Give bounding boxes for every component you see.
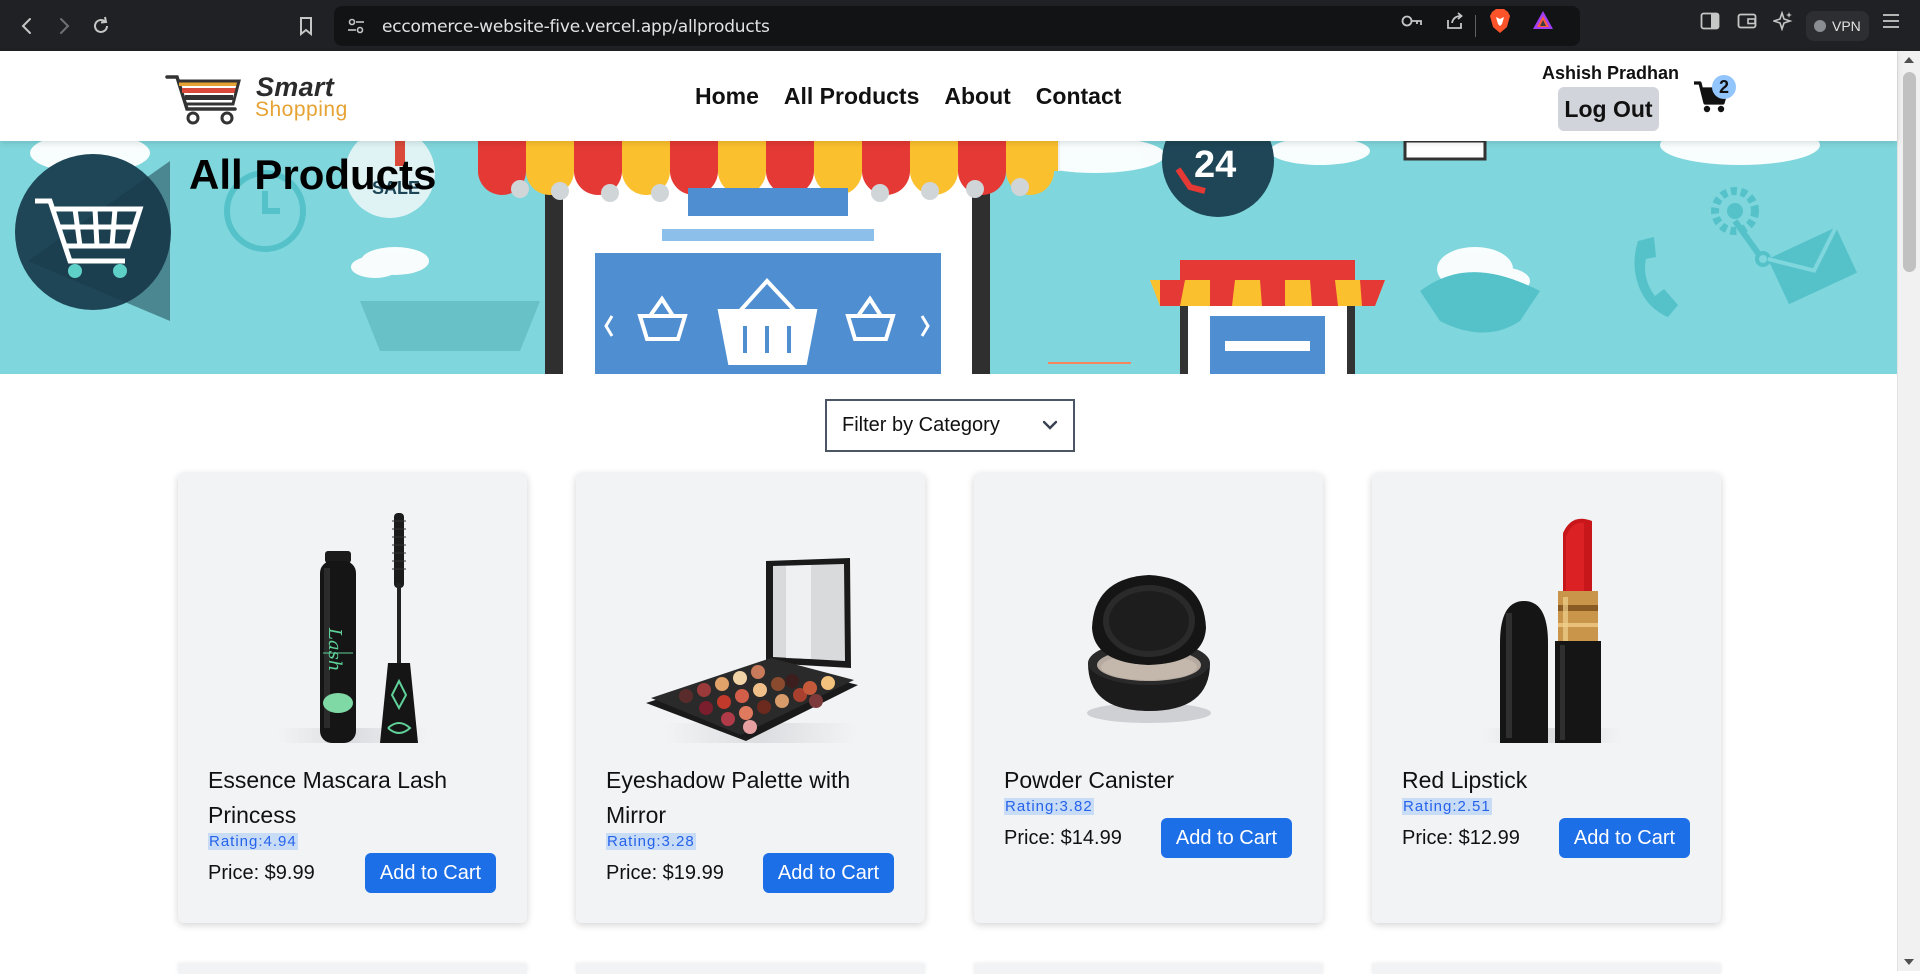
product-card[interactable]: Lash Essence Mascara Lash Princess Ratin… bbox=[178, 473, 527, 923]
bookmark-icon[interactable] bbox=[291, 11, 321, 41]
product-price: Price: $14.99 bbox=[1004, 827, 1122, 849]
product-price: Price: $19.99 bbox=[606, 862, 724, 884]
sidebar-icon[interactable] bbox=[1698, 9, 1722, 33]
logo[interactable]: Smart Shopping bbox=[165, 69, 365, 125]
page-title: All Products bbox=[189, 151, 437, 198]
powder-canister-product-image[interactable] bbox=[1004, 513, 1293, 743]
product-card-next-row bbox=[576, 964, 925, 974]
product-rating: Rating:4.94 bbox=[208, 833, 298, 850]
product-card-next-row bbox=[974, 964, 1323, 974]
eyeshadow-palette-product-image[interactable] bbox=[606, 513, 895, 743]
product-price: Price: $9.99 bbox=[208, 862, 315, 884]
menu-icon[interactable] bbox=[1879, 9, 1903, 33]
site-settings-icon[interactable] bbox=[344, 14, 368, 38]
product-rating: Rating:2.51 bbox=[1402, 798, 1492, 815]
chevron-down-icon bbox=[1042, 420, 1058, 430]
add-to-cart-button[interactable]: Add to Cart bbox=[1161, 818, 1292, 858]
product-rating: Rating:3.28 bbox=[606, 833, 696, 850]
product-card[interactable]: Powder Canister Rating:3.82 Price: $14.9… bbox=[974, 473, 1323, 923]
forward-icon[interactable] bbox=[49, 11, 79, 41]
logout-button[interactable]: Log Out bbox=[1558, 87, 1659, 131]
product-name[interactable]: Essence Mascara Lash Princess bbox=[208, 763, 498, 833]
cart-count-badge[interactable]: 2 bbox=[1712, 75, 1736, 99]
browser-toolbar: eccomerce-website-five.vercel.app/allpro… bbox=[0, 0, 1920, 51]
vpn-label: VPN bbox=[1832, 18, 1861, 34]
category-filter-value: Filter by Category bbox=[842, 414, 1000, 436]
back-icon[interactable] bbox=[12, 11, 42, 41]
scroll-down-icon[interactable] bbox=[1904, 959, 1914, 965]
product-card-next-row bbox=[178, 964, 527, 974]
hero-banner: SALE 24 All Products bbox=[0, 141, 1897, 374]
product-card-next-row bbox=[1372, 964, 1721, 974]
toolbar-divider bbox=[1475, 15, 1476, 37]
support-24-text: 24 bbox=[1194, 144, 1236, 186]
site-header: Smart Shopping Home All Products About C… bbox=[0, 51, 1897, 141]
add-to-cart-button[interactable]: Add to Cart bbox=[1559, 818, 1690, 858]
product-name[interactable]: Red Lipstick bbox=[1402, 763, 1692, 798]
page-scrollbar[interactable] bbox=[1897, 51, 1920, 971]
scroll-up-icon[interactable] bbox=[1904, 57, 1914, 63]
vpn-button[interactable]: VPN bbox=[1806, 11, 1869, 41]
main-nav: Home All Products About Contact bbox=[695, 83, 1121, 110]
mascara-product-image[interactable]: Lash bbox=[208, 513, 497, 743]
nav-home[interactable]: Home bbox=[695, 83, 759, 110]
vpn-status-icon bbox=[1814, 20, 1826, 32]
add-to-cart-button[interactable]: Add to Cart bbox=[763, 853, 894, 893]
logo-brand-bottom: Shopping bbox=[255, 98, 348, 121]
address-bar[interactable]: eccomerce-website-five.vercel.app/allpro… bbox=[334, 6, 1580, 46]
nav-contact[interactable]: Contact bbox=[1036, 83, 1122, 110]
url-text[interactable]: eccomerce-website-five.vercel.app/allpro… bbox=[382, 17, 770, 37]
product-card[interactable]: Red Lipstick Rating:2.51 Price: $12.99 A… bbox=[1372, 473, 1721, 923]
shopping-cart-logo-icon bbox=[165, 75, 241, 125]
nav-about[interactable]: About bbox=[944, 83, 1010, 110]
brave-rewards-icon[interactable] bbox=[1531, 8, 1555, 34]
product-name[interactable]: Powder Canister bbox=[1004, 763, 1294, 798]
brave-shields-icon[interactable] bbox=[1488, 8, 1512, 34]
product-rating: Rating:3.82 bbox=[1004, 798, 1094, 815]
add-to-cart-button[interactable]: Add to Cart bbox=[365, 853, 496, 893]
scrollbar-thumb[interactable] bbox=[1903, 72, 1916, 272]
wallet-icon[interactable] bbox=[1735, 9, 1759, 33]
svg-text:Lash: Lash bbox=[324, 627, 345, 672]
product-name[interactable]: Eyeshadow Palette with Mirror bbox=[606, 763, 896, 833]
password-key-icon[interactable] bbox=[1400, 9, 1424, 33]
reload-icon[interactable] bbox=[86, 11, 116, 41]
product-price: Price: $12.99 bbox=[1402, 827, 1520, 849]
product-card[interactable]: Eyeshadow Palette with Mirror Rating:3.2… bbox=[576, 473, 925, 923]
share-icon[interactable] bbox=[1443, 9, 1467, 33]
lipstick-product-image[interactable] bbox=[1402, 513, 1691, 743]
category-filter-select[interactable]: Filter by Category bbox=[825, 399, 1075, 452]
user-name: Ashish Pradhan bbox=[1542, 63, 1680, 83]
nav-all-products[interactable]: All Products bbox=[784, 83, 919, 110]
leo-ai-icon[interactable] bbox=[1771, 9, 1795, 33]
